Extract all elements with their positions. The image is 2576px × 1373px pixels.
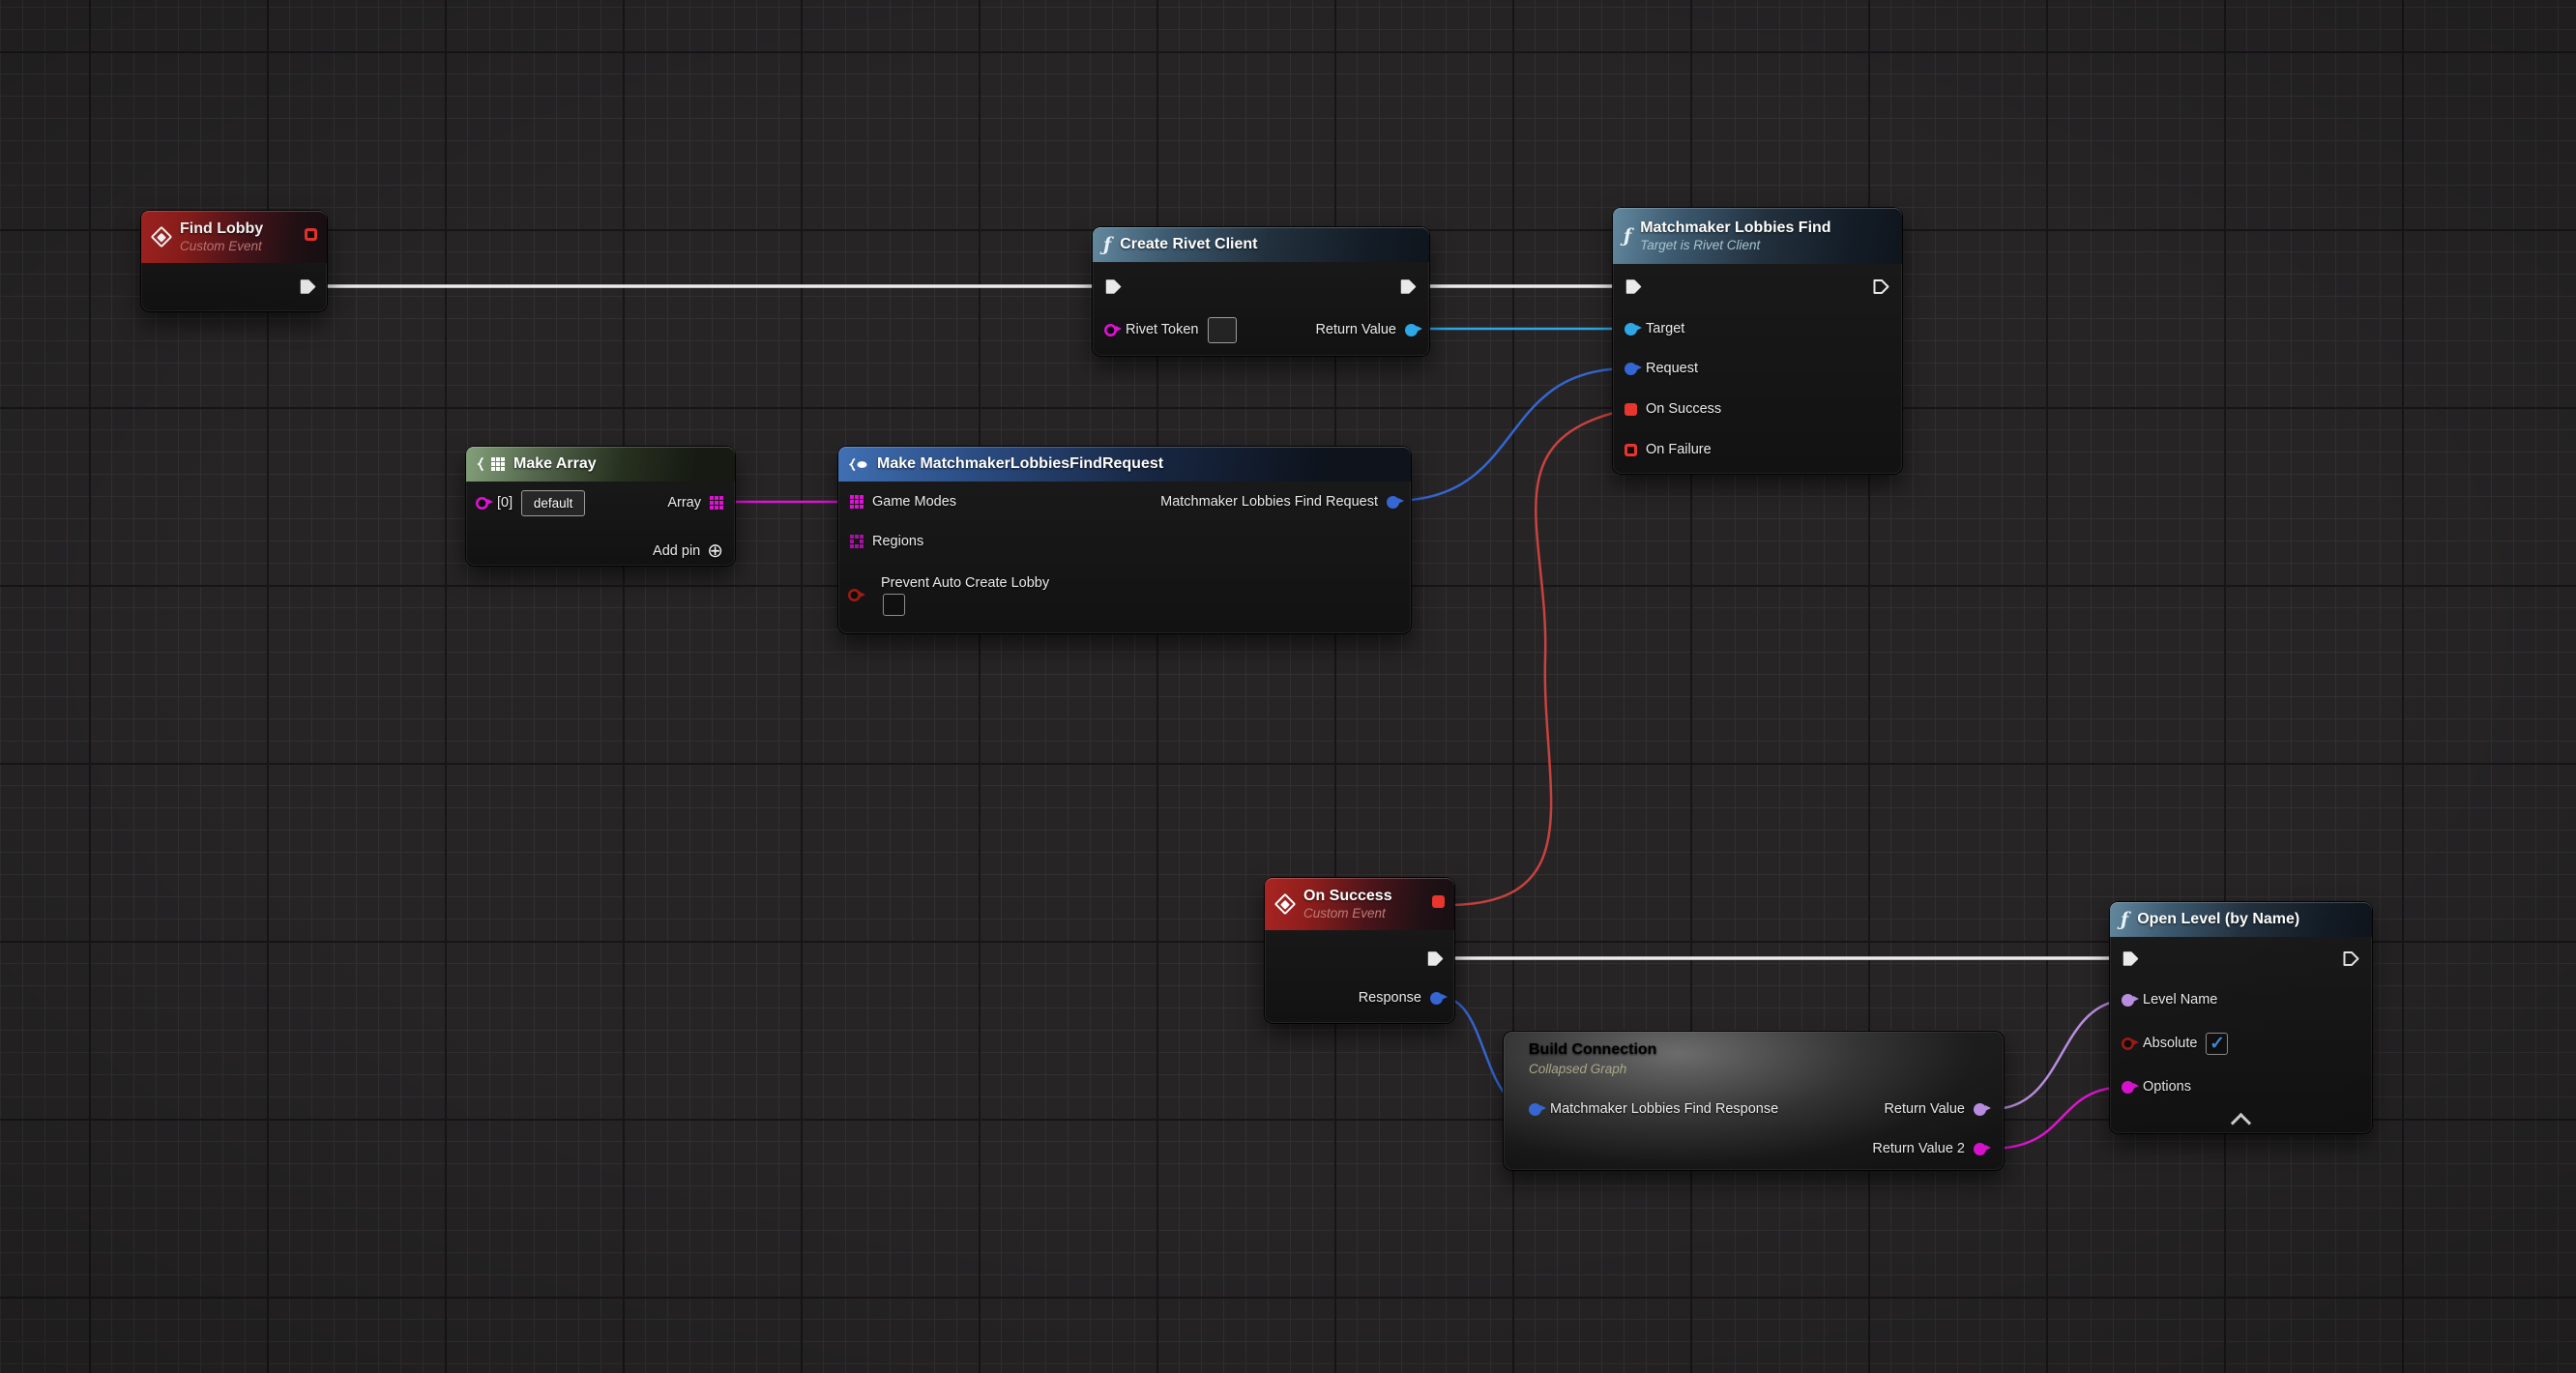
return-value-2-pin[interactable]	[1974, 1143, 1986, 1155]
prevent-auto-create-lobby-checkbox[interactable]	[883, 594, 905, 616]
array-element-0-input[interactable]: default	[521, 490, 585, 516]
exec-out-pin[interactable]	[1426, 949, 1445, 968]
wire-returnvalue-to-levelname[interactable]	[1992, 1000, 2129, 1109]
node-subtitle: Target is Rivet Client	[1640, 238, 1830, 254]
wire-onsuccess-delegate[interactable]	[1447, 409, 1630, 905]
node-title: Find Lobby	[180, 219, 263, 239]
node-title: Matchmaker Lobbies Find	[1640, 219, 1830, 238]
array-grid-icon	[491, 457, 505, 471]
make-struct-icon	[849, 457, 868, 472]
function-icon	[1103, 236, 1111, 254]
exec-out-pin[interactable]	[1872, 278, 1890, 296]
array-element-0-pin[interactable]	[476, 497, 488, 510]
node-subtitle: Collapsed Graph	[1529, 1061, 1656, 1078]
game-modes-pin[interactable]	[850, 495, 864, 509]
add-pin-plus-icon	[707, 541, 723, 561]
collapse-pins-chevron[interactable]	[2231, 1112, 2251, 1132]
prevent-auto-create-lobby-label: Prevent Auto Create Lobby	[881, 575, 1049, 591]
node-subtitle: Custom Event	[1303, 906, 1392, 922]
custom-event-icon	[151, 226, 173, 248]
node-header[interactable]: Find Lobby Custom Event	[141, 211, 327, 263]
make-array-icon	[477, 456, 484, 472]
node-header[interactable]: Make MatchmakerLobbiesFindRequest	[838, 447, 1411, 482]
exec-out-pin[interactable]	[1399, 278, 1418, 296]
custom-event-icon	[1274, 893, 1297, 916]
function-icon	[2121, 911, 2128, 929]
target-pin[interactable]	[1625, 323, 1637, 336]
find-response-input-pin[interactable]	[1529, 1103, 1541, 1116]
wire-returnvalue2-to-options[interactable]	[1990, 1087, 2127, 1149]
find-response-input-label: Matchmaker Lobbies Find Response	[1550, 1101, 1778, 1117]
on-success-label: On Success	[1646, 401, 1721, 417]
exec-in-pin[interactable]	[1104, 278, 1123, 296]
function-icon	[1624, 227, 1631, 246]
absolute-pin[interactable]	[2122, 1037, 2134, 1050]
regions-pin[interactable]	[850, 535, 864, 548]
return-value-2-label: Return Value 2	[1872, 1141, 1965, 1156]
on-failure-label: On Failure	[1646, 442, 1712, 457]
absolute-checkbox[interactable]	[2206, 1033, 2228, 1055]
node-header[interactable]: Open Level (by Name)	[2110, 902, 2372, 937]
node-open-level-by-name[interactable]: Open Level (by Name) Level Name Absolute…	[2110, 902, 2372, 1133]
regions-label: Regions	[872, 534, 923, 549]
exec-out-pin[interactable]	[2342, 949, 2360, 968]
add-pin-label: Add pin	[653, 543, 700, 559]
array-element-0-label: [0]	[497, 495, 512, 511]
return-value-label: Return Value	[1884, 1101, 1965, 1117]
node-title: Create Rivet Client	[1120, 236, 1257, 253]
exec-in-pin[interactable]	[2122, 949, 2140, 968]
node-make-matchmakerlobbiesfindrequest[interactable]: Make MatchmakerLobbiesFindRequest Game M…	[838, 447, 1411, 633]
node-on-success-event[interactable]: On Success Custom Event Response	[1265, 878, 1454, 1023]
response-label: Response	[1359, 990, 1421, 1006]
return-value-label: Return Value	[1315, 322, 1396, 337]
node-header[interactable]: Matchmaker Lobbies Find Target is Rivet …	[1613, 208, 1902, 264]
exec-in-pin[interactable]	[1625, 278, 1643, 296]
delegate-output-pin[interactable]	[1432, 895, 1445, 908]
array-output-label: Array	[667, 495, 701, 511]
absolute-label: Absolute	[2143, 1036, 2197, 1051]
prevent-auto-create-lobby-pin[interactable]	[848, 589, 861, 601]
node-find-lobby[interactable]: Find Lobby Custom Event	[141, 211, 327, 311]
on-failure-delegate-pin[interactable]	[1625, 444, 1637, 456]
options-pin[interactable]	[2122, 1081, 2134, 1094]
game-modes-label: Game Modes	[872, 494, 956, 510]
exec-out-pin[interactable]	[299, 278, 317, 296]
node-header[interactable]: Make Array	[466, 447, 735, 482]
node-build-connection[interactable]: Build Connection Collapsed Graph Matchma…	[1504, 1032, 2004, 1170]
node-title: Build Connection	[1529, 1040, 1656, 1061]
node-header[interactable]: Create Rivet Client	[1093, 227, 1429, 262]
level-name-pin[interactable]	[2122, 994, 2134, 1007]
target-label: Target	[1646, 321, 1684, 336]
request-pin[interactable]	[1625, 363, 1637, 375]
node-subtitle: Custom Event	[180, 239, 263, 255]
node-title: Open Level (by Name)	[2137, 911, 2299, 928]
delegate-output-pin[interactable]	[305, 228, 317, 241]
find-request-output-label: Matchmaker Lobbies Find Request	[1160, 494, 1378, 510]
node-title: On Success	[1303, 887, 1392, 906]
node-title: Make MatchmakerLobbiesFindRequest	[877, 455, 1163, 473]
return-value-pin[interactable]	[1974, 1103, 1986, 1116]
return-value-pin[interactable]	[1405, 324, 1418, 336]
wire-findrequest-to-request[interactable]	[1392, 368, 1628, 501]
response-pin[interactable]	[1430, 992, 1443, 1005]
node-make-array[interactable]: Make Array [0] default Array Add pin	[466, 447, 735, 566]
wire-layer	[0, 0, 2576, 1373]
node-matchmaker-lobbies-find[interactable]: Matchmaker Lobbies Find Target is Rivet …	[1613, 208, 1902, 474]
on-success-delegate-pin[interactable]	[1625, 403, 1637, 416]
level-name-label: Level Name	[2143, 992, 2217, 1008]
rivet-token-pin[interactable]	[1104, 324, 1117, 336]
options-label: Options	[2143, 1079, 2191, 1095]
node-create-rivet-client[interactable]: Create Rivet Client Rivet Token Return V…	[1093, 227, 1429, 356]
request-label: Request	[1646, 361, 1698, 376]
rivet-token-label: Rivet Token	[1126, 322, 1199, 337]
array-output-pin[interactable]	[710, 496, 723, 510]
node-header[interactable]: On Success Custom Event	[1265, 878, 1454, 930]
rivet-token-input[interactable]	[1208, 317, 1237, 343]
add-pin-button[interactable]: Add pin	[653, 541, 723, 561]
find-request-output-pin[interactable]	[1387, 496, 1399, 509]
node-title: Make Array	[513, 455, 597, 473]
